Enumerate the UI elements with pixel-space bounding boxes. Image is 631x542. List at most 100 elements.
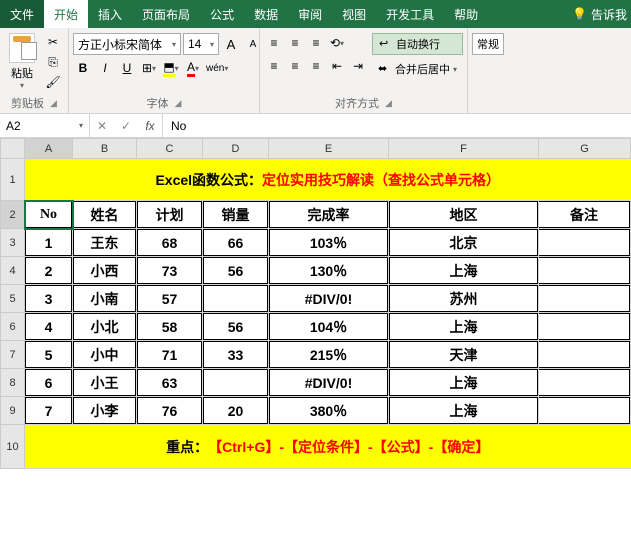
cell-F2[interactable]: 地区 bbox=[389, 201, 538, 228]
cell-D9[interactable]: 20 bbox=[203, 397, 268, 424]
cell-G9[interactable] bbox=[539, 397, 630, 424]
cell-G4[interactable] bbox=[539, 257, 630, 284]
cell-B9[interactable]: 小李 bbox=[73, 397, 136, 424]
cell-F6[interactable]: 上海 bbox=[389, 313, 538, 340]
cell-A8[interactable]: 6 bbox=[25, 369, 72, 396]
cell-A7[interactable]: 5 bbox=[25, 341, 72, 368]
row-header-2[interactable]: 2 bbox=[1, 201, 25, 229]
menu-file[interactable]: 文件 bbox=[0, 0, 44, 28]
name-box[interactable]: A2 ▾ bbox=[0, 114, 90, 137]
cell-G3[interactable] bbox=[539, 229, 630, 256]
phonetic-button[interactable]: wén▾ bbox=[205, 58, 229, 78]
row-header-7[interactable]: 7 bbox=[1, 341, 25, 369]
cell-D5[interactable] bbox=[203, 285, 268, 312]
worksheet[interactable]: A B C D E F G 1 Excel函数公式： 定位实用技巧解读（查找公式… bbox=[0, 138, 631, 469]
indent-increase-button[interactable]: ⇥ bbox=[348, 56, 368, 76]
select-all-corner[interactable] bbox=[1, 139, 25, 159]
border-button[interactable]: ⊞▾ bbox=[139, 58, 159, 78]
menu-dev[interactable]: 开发工具 bbox=[376, 0, 444, 28]
cell-E7[interactable]: 215％ bbox=[269, 341, 388, 368]
cell-E4[interactable]: 130％ bbox=[269, 257, 388, 284]
font-size-select[interactable]: 14 ▾ bbox=[183, 33, 219, 55]
align-right-button[interactable]: ≡ bbox=[306, 56, 326, 76]
align-bottom-button[interactable]: ≡ bbox=[306, 33, 326, 53]
cell-C9[interactable]: 76 bbox=[137, 397, 202, 424]
italic-button[interactable]: I bbox=[95, 58, 115, 78]
cell-F7[interactable]: 天津 bbox=[389, 341, 538, 368]
cell-B8[interactable]: 小王 bbox=[73, 369, 136, 396]
orientation-button[interactable]: ⟲▾ bbox=[327, 33, 347, 53]
formula-bar[interactable]: No bbox=[163, 114, 631, 137]
cell-G8[interactable] bbox=[539, 369, 630, 396]
menu-help[interactable]: 帮助 bbox=[444, 0, 488, 28]
cell-D7[interactable]: 33 bbox=[203, 341, 268, 368]
cancel-formula-button[interactable]: ✕ bbox=[90, 119, 114, 133]
row-header-3[interactable]: 3 bbox=[1, 229, 25, 257]
insert-function-button[interactable]: fx bbox=[138, 119, 162, 133]
cell-D8[interactable] bbox=[203, 369, 268, 396]
col-header-C[interactable]: C bbox=[137, 139, 203, 159]
cell-B7[interactable]: 小中 bbox=[73, 341, 136, 368]
col-header-E[interactable]: E bbox=[269, 139, 389, 159]
fill-color-button[interactable]: ⬒▾ bbox=[161, 58, 181, 78]
row-header-9[interactable]: 9 bbox=[1, 397, 25, 425]
menu-data[interactable]: 数据 bbox=[244, 0, 288, 28]
bold-button[interactable]: B bbox=[73, 58, 93, 78]
cell-A9[interactable]: 7 bbox=[25, 397, 72, 424]
cell-F3[interactable]: 北京 bbox=[389, 229, 538, 256]
cell-D4[interactable]: 56 bbox=[203, 257, 268, 284]
font-color-button[interactable]: A▾ bbox=[183, 58, 203, 78]
align-center-button[interactable]: ≡ bbox=[285, 56, 305, 76]
cell-C7[interactable]: 71 bbox=[137, 341, 202, 368]
cell-G5[interactable] bbox=[539, 285, 630, 312]
cell-F4[interactable]: 上海 bbox=[389, 257, 538, 284]
row-header-10[interactable]: 10 bbox=[1, 425, 25, 469]
font-name-select[interactable]: 方正小标宋简体 ▾ bbox=[73, 33, 181, 55]
cell-E9[interactable]: 380％ bbox=[269, 397, 388, 424]
accept-formula-button[interactable]: ✓ bbox=[114, 119, 138, 133]
menu-insert[interactable]: 插入 bbox=[88, 0, 132, 28]
cell-A5[interactable]: 3 bbox=[25, 285, 72, 312]
wrap-text-button[interactable]: ↩ 自动换行 bbox=[372, 33, 463, 55]
cell-D6[interactable]: 56 bbox=[203, 313, 268, 340]
menu-review[interactable]: 审阅 bbox=[288, 0, 332, 28]
cut-button[interactable]: ✂ bbox=[42, 33, 64, 51]
cell-C2[interactable]: 计划 bbox=[137, 201, 202, 228]
row-header-8[interactable]: 8 bbox=[1, 369, 25, 397]
tell-me[interactable]: 💡 告诉我 bbox=[572, 0, 631, 28]
cell-F5[interactable]: 苏州 bbox=[389, 285, 538, 312]
row-header-6[interactable]: 6 bbox=[1, 313, 25, 341]
increase-font-button[interactable]: A bbox=[221, 34, 241, 54]
col-header-F[interactable]: F bbox=[389, 139, 539, 159]
menu-formulas[interactable]: 公式 bbox=[200, 0, 244, 28]
col-header-G[interactable]: G bbox=[539, 139, 631, 159]
paste-button[interactable]: 粘贴 ▾ bbox=[4, 31, 40, 92]
cell-G2[interactable]: 备注 bbox=[539, 201, 630, 228]
cell-D3[interactable]: 66 bbox=[203, 229, 268, 256]
font-dialog-launcher[interactable]: ◢ bbox=[175, 98, 182, 109]
cell-C3[interactable]: 68 bbox=[137, 229, 202, 256]
merge-center-button[interactable]: ⬌ 合并后居中 ▾ bbox=[372, 58, 463, 80]
cell-B3[interactable]: 王东 bbox=[73, 229, 136, 256]
cell-C4[interactable]: 73 bbox=[137, 257, 202, 284]
row-header-5[interactable]: 5 bbox=[1, 285, 25, 313]
underline-button[interactable]: U bbox=[117, 58, 137, 78]
cell-B5[interactable]: 小南 bbox=[73, 285, 136, 312]
col-header-D[interactable]: D bbox=[203, 139, 269, 159]
cell-C5[interactable]: 57 bbox=[137, 285, 202, 312]
col-header-B[interactable]: B bbox=[73, 139, 137, 159]
cell-C8[interactable]: 63 bbox=[137, 369, 202, 396]
col-header-A[interactable]: A bbox=[25, 139, 73, 159]
cell-G7[interactable] bbox=[539, 341, 630, 368]
menu-view[interactable]: 视图 bbox=[332, 0, 376, 28]
align-left-button[interactable]: ≡ bbox=[264, 56, 284, 76]
number-format-select[interactable]: 常规 bbox=[472, 33, 504, 55]
cell-A4[interactable]: 2 bbox=[25, 257, 72, 284]
cell-G6[interactable] bbox=[539, 313, 630, 340]
cell-D2[interactable]: 销量 bbox=[203, 201, 268, 228]
menu-home[interactable]: 开始 bbox=[44, 0, 88, 28]
cell-E3[interactable]: 103％ bbox=[269, 229, 388, 256]
cell-B4[interactable]: 小西 bbox=[73, 257, 136, 284]
cell-A6[interactable]: 4 bbox=[25, 313, 72, 340]
copy-button[interactable]: ⎘ bbox=[42, 53, 64, 71]
